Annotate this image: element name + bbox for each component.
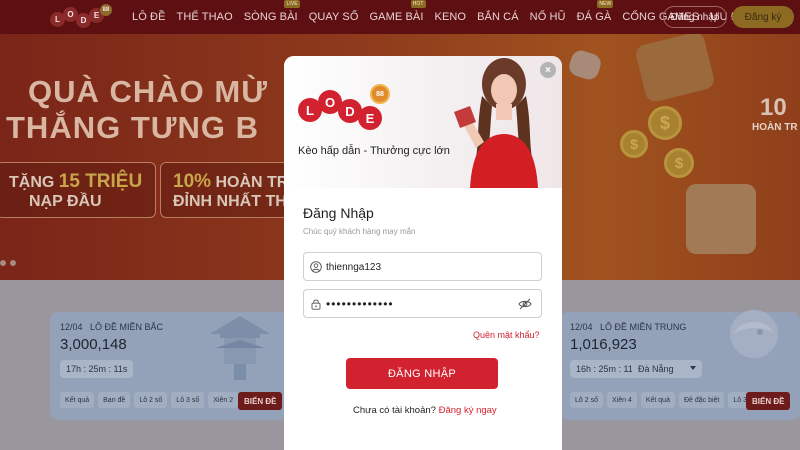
banner-headline-1: QUÀ CHÀO MỪ	[28, 74, 268, 109]
chip-ban-de[interactable]: Bạn đề	[98, 392, 131, 408]
close-icon[interactable]: ×	[540, 62, 556, 78]
lottery-card-north[interactable]: 12/04 LÔ ĐỀ MIỀN BẮC 3,000,148 17h : 25m…	[50, 312, 290, 420]
chip-ket-qua[interactable]: Kết quả	[640, 392, 675, 408]
card-cta-button[interactable]: BIẾN ĐỀ	[746, 392, 791, 410]
nav-tag-live: LIVE	[284, 0, 300, 8]
site-logo[interactable]: L O D E 88	[50, 4, 114, 30]
nav-item-nohu[interactable]: NỔ HŨ	[530, 11, 566, 23]
lock-icon	[311, 299, 321, 310]
card-date: 12/04	[60, 322, 83, 332]
nav-item-daga[interactable]: ĐÁ GÀ NEW	[577, 0, 614, 23]
register-now-link[interactable]: Đăng ký ngay	[439, 405, 497, 416]
nav-item-keno[interactable]: KENO	[435, 11, 467, 23]
carousel-dots[interactable]	[0, 260, 20, 266]
chip-xien-4[interactable]: Xiên 4	[606, 392, 637, 408]
nav-tag-new: NEW	[597, 0, 614, 8]
coin-graphic: $	[648, 106, 682, 140]
modal-logo: L O D E 88	[298, 84, 408, 132]
header-login-button[interactable]: Đăng nhập	[663, 6, 727, 28]
coin-graphic: $	[620, 130, 648, 158]
chip-ket-qua[interactable]: Kết quả	[60, 392, 95, 408]
header-register-button[interactable]: Đăng ký	[732, 6, 794, 28]
chip-xien-2[interactable]: Xiên 2	[208, 392, 239, 408]
modal-title: Đăng Nhập	[303, 205, 374, 221]
nav-item-banca[interactable]: BẮN CÁ	[477, 11, 519, 23]
nav-tag-hot: HOT	[410, 0, 426, 8]
banner-headline-2: THẮNG TƯNG B	[6, 110, 259, 145]
dragon-illustration	[730, 310, 778, 358]
promo-box-first-deposit: TẶNG 15 TRIỆU NẠP ĐẦU	[0, 162, 156, 218]
gift-box-graphic	[566, 48, 604, 82]
card-date: 12/04	[570, 322, 593, 332]
chip-lo-3-so[interactable]: Lô 3 số	[171, 392, 205, 408]
coin-graphic: $	[664, 148, 694, 178]
username-field[interactable]	[303, 252, 542, 281]
username-input[interactable]	[326, 258, 516, 276]
banner-side-subtitle: HOÀN TR	[752, 122, 798, 133]
promo-box-cashback: 10% HOÀN TRẢ ĐỈNH NHẤT THỊ	[160, 162, 300, 218]
card-amount: 3,000,148	[60, 336, 127, 353]
password-field[interactable]	[303, 289, 542, 318]
modal-hero: L O D E 88 Kèo hấp dẫn - Thưởng cực lớn …	[284, 56, 562, 188]
modal-subtitle: Chúc quý khách hàng may mắn	[303, 227, 416, 236]
top-header: L O D E 88 LÔ ĐỀ THỂ THAO SÒNG BÀI LIVE Q…	[0, 0, 800, 34]
chip-lo-2-so[interactable]: Lô 2 số	[134, 392, 168, 408]
nav-item-gamebai[interactable]: GAME BÀI HOT	[370, 0, 426, 23]
card-cta-button[interactable]: BIẾN ĐỀ	[238, 392, 283, 410]
password-input[interactable]	[326, 295, 516, 313]
nav-item-thethao[interactable]: THỂ THAO	[177, 11, 233, 23]
no-account-row: Chưa có tài khoản? Đăng ký ngay	[353, 405, 497, 416]
card-title: LÔ ĐỀ MIỀN TRUNG	[600, 322, 687, 332]
eye-off-icon[interactable]	[518, 298, 532, 310]
card-chip-row: Lô 2 số Xiên 4 Kết quả Đề đặc biệt Lô 3 …	[570, 392, 765, 408]
modal-slogan: Kèo hấp dẫn - Thưởng cực lớn	[298, 145, 450, 157]
chip-de-dac-biet[interactable]: Đề đặc biệt	[678, 392, 725, 408]
logo-badge: 88	[370, 84, 390, 104]
user-icon	[310, 261, 322, 273]
chip-lo-2-so[interactable]: Lô 2 số	[570, 392, 603, 408]
card-title: LÔ ĐỀ MIỀN BẮC	[90, 322, 164, 332]
login-submit-button[interactable]: ĐĂNG NHẬP	[346, 358, 498, 389]
nav-item-lode[interactable]: LÔ ĐỀ	[132, 11, 166, 23]
card-countdown: 17h : 25m : 11s	[60, 360, 134, 378]
chevron-down-icon	[690, 366, 696, 370]
region-select[interactable]: Đà Nẵng	[632, 360, 702, 378]
forgot-password-link[interactable]: Quên mật khẩu?	[473, 330, 540, 340]
card-chip-row: Kết quả Bạn đề Lô 2 số Lô 3 số Xiên 2	[60, 392, 242, 408]
nav-item-quayso[interactable]: QUAY SỐ	[309, 11, 359, 23]
nav-item-songbai[interactable]: SÒNG BÀI LIVE	[244, 0, 300, 23]
lottery-card-central[interactable]: 12/04 LÔ ĐỀ MIỀN TRUNG 1,016,923 16h : 2…	[560, 310, 800, 420]
gift-box-graphic	[634, 34, 716, 104]
pagoda-illustration	[210, 316, 270, 380]
banner-side-number: 10	[760, 94, 787, 121]
login-modal: L O D E 88 Kèo hấp dẫn - Thưởng cực lớn …	[284, 56, 562, 450]
gift-box-graphic	[686, 184, 756, 254]
card-amount: 1,016,923	[570, 336, 637, 353]
